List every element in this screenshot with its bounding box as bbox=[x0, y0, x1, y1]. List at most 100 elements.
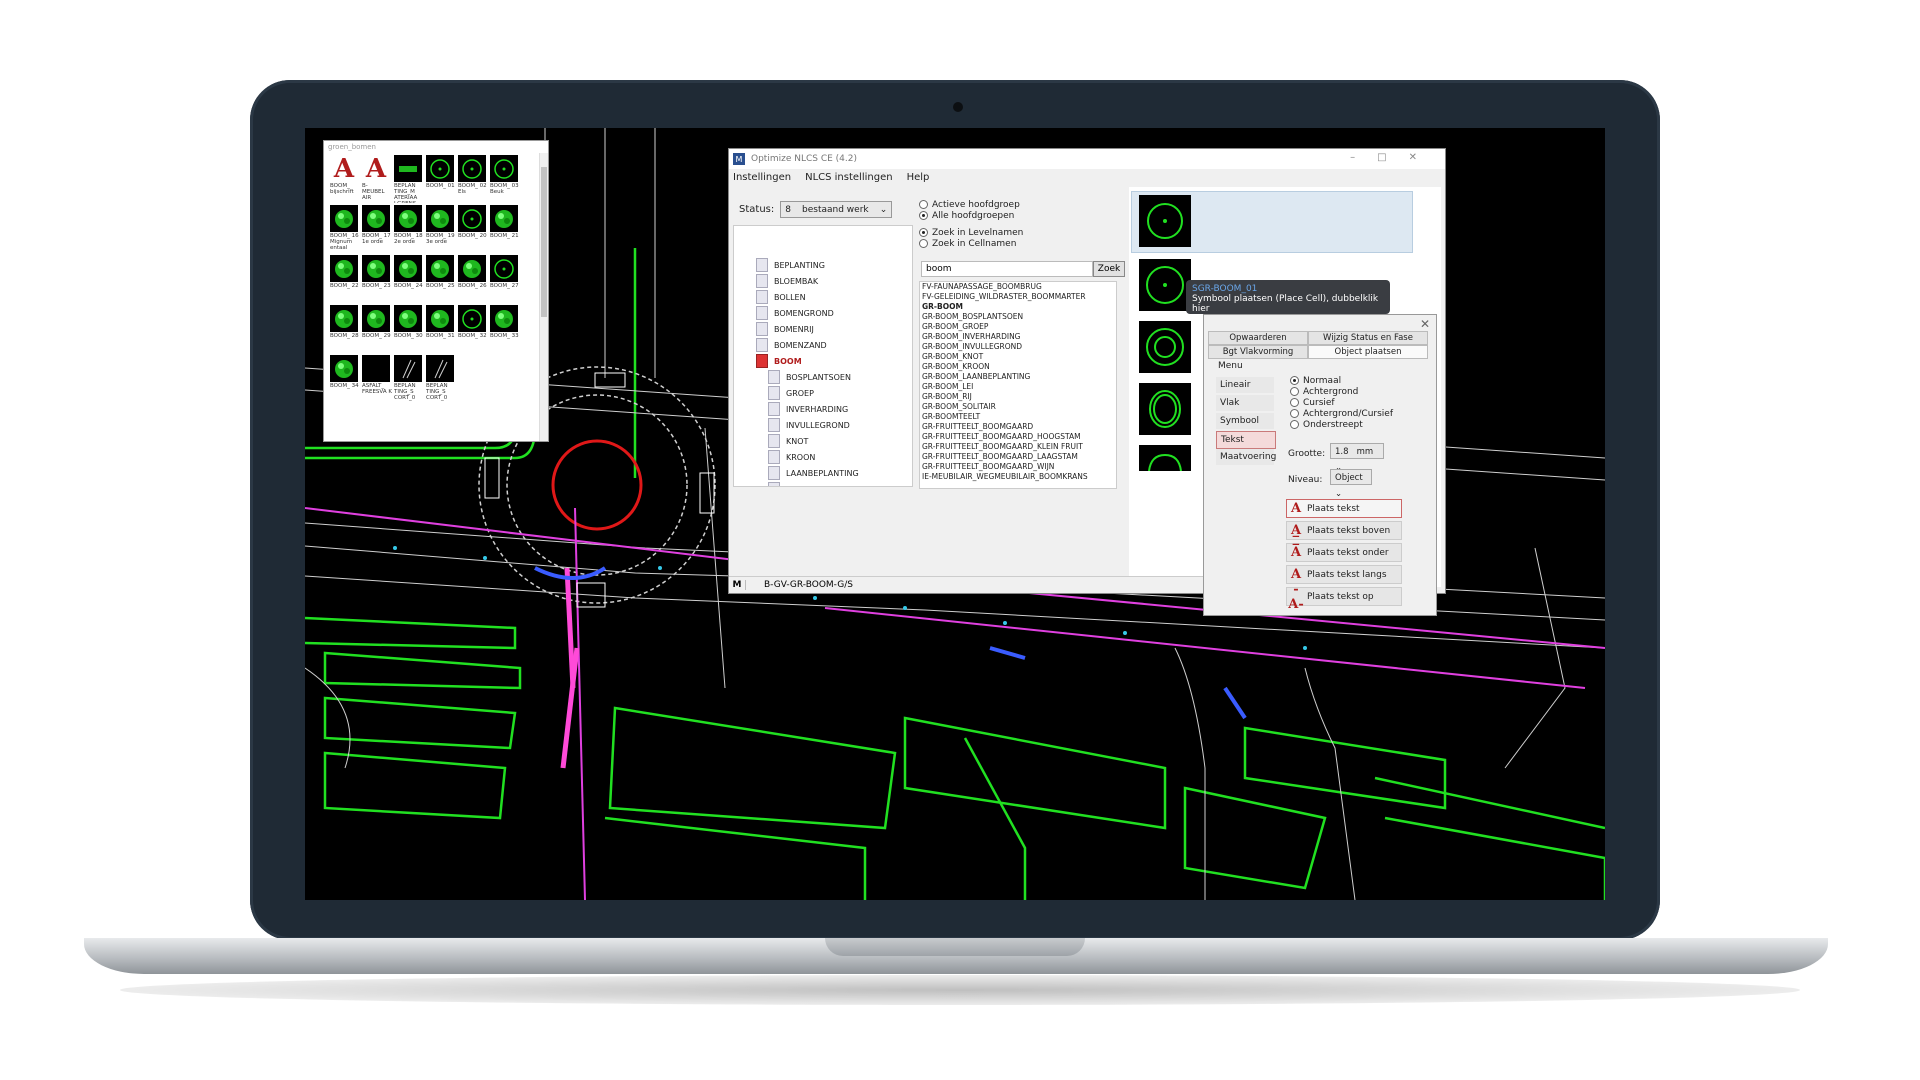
cell-item[interactable]: BOOM_ 30 bbox=[394, 305, 424, 353]
tree-item[interactable]: INVULLEGROND bbox=[768, 418, 850, 432]
cell-item[interactable]: BOOM_ 19 3e orde bbox=[426, 205, 456, 253]
cell-item[interactable]: BOOM_ 32 bbox=[458, 305, 488, 353]
radio-onderstreept[interactable]: Onderstreept bbox=[1290, 419, 1393, 430]
menu-item-maatvoering[interactable]: Maatvoering bbox=[1216, 449, 1276, 465]
plaats-tekst-button[interactable]: A Plaats tekst bbox=[1286, 499, 1402, 518]
cell-item[interactable]: BOOM_ 31 bbox=[426, 305, 456, 353]
tree-item[interactable]: LAANBEPLANTING bbox=[768, 466, 859, 480]
tree-item[interactable]: BOLLEN bbox=[756, 290, 806, 304]
tab-bgt-vlakvorming[interactable]: Bgt Vlakvorming bbox=[1208, 345, 1308, 359]
cell-item[interactable]: BOOM_ 20 bbox=[458, 205, 488, 253]
level-list-item[interactable]: FV-GELEIDING_WILDRASTER_BOOMMARTER bbox=[920, 292, 1116, 302]
radio-achtergrond-cursief[interactable]: Achtergrond/Cursief bbox=[1290, 408, 1393, 419]
tree-item[interactable]: BOOM bbox=[756, 354, 802, 368]
plaats-tekst-op-button[interactable]: -A- Plaats tekst op bbox=[1286, 582, 1402, 612]
menu-item-symbool[interactable]: Symbool bbox=[1216, 413, 1274, 429]
level-list-item[interactable]: GR-BOOM_KROON bbox=[920, 362, 1116, 372]
window-controls[interactable]: –□✕ bbox=[1350, 152, 1439, 163]
tree-item[interactable]: BEPLANTING bbox=[756, 258, 825, 272]
cell-item[interactable]: A BOOM_ bijschrift bbox=[330, 155, 360, 203]
preview-cell-4[interactable] bbox=[1139, 383, 1191, 435]
level-list-item[interactable]: GR-BOOM_INVULLEGROND bbox=[920, 342, 1116, 352]
radio-zoek-levelnamen[interactable]: Zoek in Levelnamen bbox=[919, 227, 1111, 238]
tree-item[interactable]: INVERHARDING bbox=[768, 402, 848, 416]
menu-item-vlak[interactable]: Vlak bbox=[1216, 395, 1274, 411]
preview-cell-5[interactable] bbox=[1139, 445, 1191, 472]
level-list-item[interactable]: GR-FRUITTEELT_BOOMGAARD_LAAGSTAM bbox=[920, 452, 1116, 462]
level-list-item[interactable]: GR-BOOM_INVERHARDING bbox=[920, 332, 1116, 342]
tab-object-plaatsen[interactable]: Object plaatsen bbox=[1308, 345, 1428, 359]
cell-item[interactable]: BOOM_ 21 bbox=[490, 205, 520, 253]
level-list-item[interactable]: GR-BOOM_GROEP bbox=[920, 322, 1116, 332]
cell-item[interactable]: BOOM_ 25 bbox=[426, 255, 456, 303]
menu-nlcs-instellingen[interactable]: NLCS instellingen bbox=[805, 172, 892, 183]
cell-item[interactable]: BOOM_ 18 2e orde bbox=[394, 205, 424, 253]
hoofdgroep-tree[interactable]: BEPLANTING BLOEMBAK BOLLEN BOMENGROND BOMENR… bbox=[733, 225, 913, 487]
radio-actieve-hoofdgroep[interactable]: Actieve hoofdgroep bbox=[919, 199, 1111, 210]
cell-item[interactable]: BEPLAN TING_M ATERIAA LGRENS bbox=[394, 155, 424, 203]
tab-opwaarderen[interactable]: Opwaarderen bbox=[1208, 331, 1308, 345]
level-list-item[interactable]: GR-FRUITTEELT_BOOMGAARD_KLEIN FRUIT bbox=[920, 442, 1116, 452]
status-select[interactable]: 8 bestaand werk ⌄ bbox=[780, 201, 893, 218]
close-icon[interactable]: ✕ bbox=[1409, 152, 1439, 163]
tree-item[interactable]: BOMENGROND bbox=[756, 306, 834, 320]
cell-item[interactable]: BOOM_ 23 bbox=[362, 255, 392, 303]
cell-item[interactable]: BOOM_ 27 bbox=[490, 255, 520, 303]
radio-alle-hoofdgroepen[interactable]: Alle hoofdgroepen bbox=[919, 210, 1111, 221]
radio-normaal[interactable]: Normaal bbox=[1290, 375, 1393, 386]
level-list-item[interactable]: GR-BOOM_KNOT bbox=[920, 352, 1116, 362]
level-list-item[interactable]: FV-FAUNAPASSAGE_BOOMBRUG bbox=[920, 282, 1116, 292]
level-list-item[interactable]: GR-BOOM_LEI bbox=[920, 382, 1116, 392]
plaats-tekst-onder-button[interactable]: A̅ Plaats tekst onder bbox=[1286, 543, 1402, 562]
tree-item[interactable]: KNOT bbox=[768, 434, 808, 448]
level-list-item[interactable]: IE-MEUBILAIR_WEGMEUBILAIR_BOOMKRANS bbox=[920, 472, 1116, 482]
level-list-item[interactable]: GR-FRUITTEELT_BOOMGAARD_HOOGSTAM bbox=[920, 432, 1116, 442]
menu-item-tekst[interactable]: Tekst bbox=[1216, 431, 1276, 449]
radio-achtergrond[interactable]: Achtergrond bbox=[1290, 386, 1393, 397]
menu-instellingen[interactable]: Instellingen bbox=[733, 172, 791, 183]
cell-item[interactable]: BOOM_ 01 bbox=[426, 155, 456, 203]
minimize-icon[interactable]: – bbox=[1350, 152, 1377, 163]
tree-item[interactable]: BOMENRIJ bbox=[756, 322, 814, 336]
grootte-select[interactable]: 1.8 mm ⌄ bbox=[1330, 443, 1384, 473]
cell-item[interactable]: BOOM_ 16 Mignum entaal bbox=[330, 205, 360, 253]
level-list-item[interactable]: GR-BOOMTEELT bbox=[920, 412, 1116, 422]
cell-item[interactable]: BOOM_ 22 bbox=[330, 255, 360, 303]
cell-item[interactable]: ASFALT_ FREESVA K bbox=[362, 355, 392, 403]
menu-help[interactable]: Help bbox=[907, 172, 930, 183]
level-list-item[interactable]: GR-BOOM_SOLITAIR bbox=[920, 402, 1116, 412]
level-list-item[interactable]: GR-BOOM bbox=[920, 302, 1116, 312]
cell-library-scrollbar[interactable] bbox=[539, 153, 548, 441]
cell-item[interactable]: BEPLAN TING_S CORT_0 bbox=[394, 355, 424, 403]
cell-item[interactable]: BOOM_ 24 bbox=[394, 255, 424, 303]
tree-item[interactable]: BOSPLANTSOEN bbox=[768, 370, 851, 384]
cell-item[interactable]: BOOM_ 34 bbox=[330, 355, 360, 403]
search-button[interactable]: Zoek bbox=[1093, 261, 1125, 277]
level-list-item[interactable]: GR-BOOM_LAANBEPLANTING bbox=[920, 372, 1116, 382]
cell-item[interactable]: BOOM_ 33 bbox=[490, 305, 520, 353]
radio-zoek-cellnamen[interactable]: Zoek in Cellnamen bbox=[919, 238, 1111, 249]
cell-item[interactable]: BOOM_ 29 bbox=[362, 305, 392, 353]
level-list-item[interactable]: GR-FRUITTEELT_BOOMGAARD bbox=[920, 422, 1116, 432]
tab-wijzig-status[interactable]: Wijzig Status en Fase bbox=[1308, 331, 1428, 345]
cell-item[interactable]: A B- MEUBEL AIR bbox=[362, 155, 392, 203]
preview-cell-boom-01[interactable] bbox=[1139, 195, 1191, 247]
tree-item[interactable]: LEI bbox=[768, 482, 798, 486]
level-list-item[interactable]: GR-BOOM_BOSPLANTSOEN bbox=[920, 312, 1116, 322]
level-list[interactable]: FV-FAUNAPASSAGE_BOOMBRUG FV-GELEIDING_WIL… bbox=[919, 281, 1117, 489]
tree-item[interactable]: GROEP bbox=[768, 386, 814, 400]
preview-cell-3[interactable] bbox=[1139, 321, 1191, 373]
level-list-item[interactable]: GR-BOOM_RIJ bbox=[920, 392, 1116, 402]
tree-item[interactable]: KROON bbox=[768, 450, 815, 464]
radio-cursief[interactable]: Cursief bbox=[1290, 397, 1393, 408]
cell-item[interactable]: BOOM_ 17 1e orde bbox=[362, 205, 392, 253]
preview-cell-2[interactable] bbox=[1139, 259, 1191, 311]
cell-item[interactable]: BEPLAN TING_S CORT_0 bbox=[426, 355, 456, 403]
cell-item[interactable]: BOOM_ 28 bbox=[330, 305, 360, 353]
tree-item[interactable]: BLOEMBAK bbox=[756, 274, 818, 288]
plaats-tekst-boven-button[interactable]: A̲ Plaats tekst boven bbox=[1286, 521, 1402, 540]
cell-item[interactable]: BOOM_ 26 bbox=[458, 255, 488, 303]
level-list-item[interactable]: GR-FRUITTEELT_BOOMGAARD_WIJN bbox=[920, 462, 1116, 472]
niveau-select[interactable]: Object ⌄ bbox=[1330, 469, 1372, 499]
tree-item[interactable]: BOMENZAND bbox=[756, 338, 827, 352]
